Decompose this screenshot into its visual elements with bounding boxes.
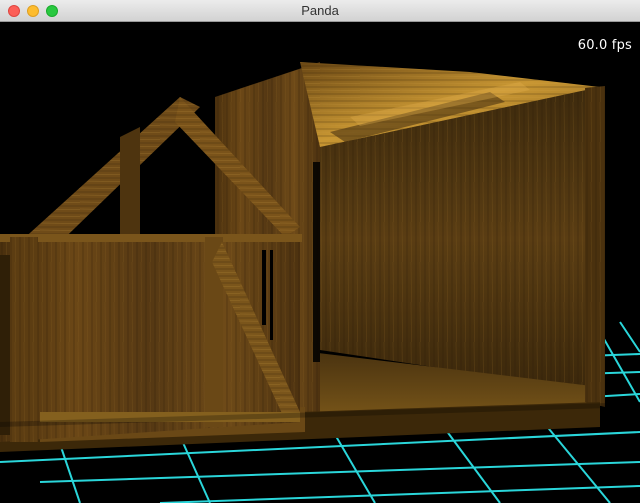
window-title: Panda xyxy=(301,3,339,18)
title-bar[interactable]: Panda xyxy=(0,0,640,22)
app-window: Panda 60.0 fps xyxy=(0,0,640,503)
3d-viewport[interactable]: 60.0 fps xyxy=(0,22,640,503)
scene-render xyxy=(0,22,640,503)
fps-counter: 60.0 fps xyxy=(577,38,632,53)
